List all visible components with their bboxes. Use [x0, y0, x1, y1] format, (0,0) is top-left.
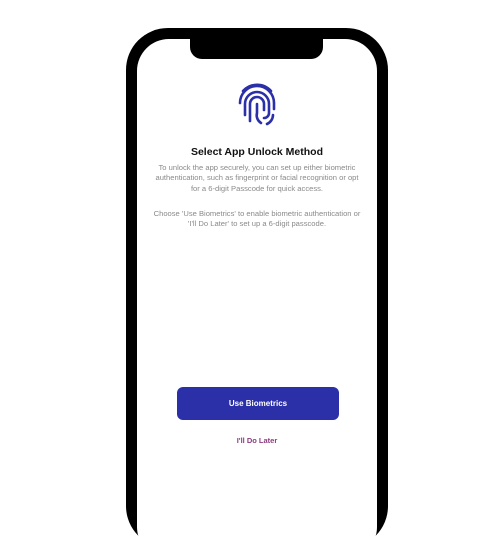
- use-biometrics-button[interactable]: Use Biometrics: [177, 387, 339, 420]
- instruction-text: Choose 'Use Biometrics' to enable biomet…: [153, 209, 361, 229]
- phone-frame: Select App Unlock Method To unlock the a…: [126, 28, 388, 559]
- description-text: To unlock the app securely, you can set …: [155, 163, 359, 193]
- fingerprint-icon: [238, 83, 276, 126]
- app-screen: Select App Unlock Method To unlock the a…: [137, 39, 377, 559]
- phone-notch: [190, 39, 323, 59]
- page-title: Select App Unlock Method: [190, 146, 324, 158]
- do-later-link[interactable]: I'll Do Later: [137, 436, 377, 445]
